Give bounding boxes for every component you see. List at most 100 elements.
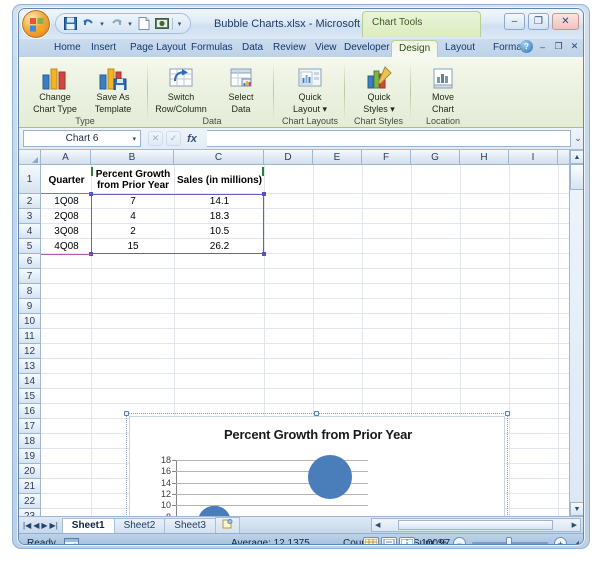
ribbon-minimize-button[interactable]: – [536,42,549,52]
record-macro-icon[interactable] [63,537,79,544]
insert-function-icon[interactable]: fx [184,133,200,145]
column-header-f[interactable]: F [362,150,411,165]
sheet-nav-buttons[interactable]: |◀ ◀ ▶ ▶| [19,521,62,530]
cell-b5[interactable]: 15 [92,239,174,254]
cell-c2[interactable]: 14.1 [175,194,264,209]
cell-b1[interactable]: Percent Growth from Prior Year [92,166,174,194]
range-handle-tr[interactable] [262,192,266,196]
row-header-4[interactable]: 4 [19,224,41,239]
normal-view-icon[interactable] [363,536,380,544]
worksheet-grid[interactable]: A B C D E F G H I 1 2 3 4 5 6 7 8 9 10 11 12 13 14 15 1… [19,150,583,516]
row-header-15[interactable]: 15 [19,389,41,404]
cancel-formula-icon[interactable]: ✕ [148,131,163,146]
column-header-i[interactable]: I [509,150,558,165]
zoom-slider[interactable] [471,537,548,544]
column-header-h[interactable]: H [460,150,509,165]
tab-home[interactable]: Home [47,39,88,57]
column-header-e[interactable]: E [313,150,362,165]
chart-plot-area[interactable]: -2024681012141618012345 [161,454,368,516]
scroll-up-button[interactable]: ▲ [570,150,583,164]
cell-b2[interactable]: 7 [92,194,174,209]
sheet-tab-sheet1[interactable]: Sheet1 [61,517,115,533]
chart-bubble[interactable] [198,506,231,516]
sheet-tab-sheet3[interactable]: Sheet3 [164,517,216,533]
page-layout-view-icon[interactable] [381,536,398,544]
row-header-2[interactable]: 2 [19,194,41,209]
row-header-6[interactable]: 6 [19,254,41,269]
expand-formula-bar-icon[interactable]: ⌄ [571,130,583,147]
column-header-b[interactable]: B [91,150,174,165]
row-header-10[interactable]: 10 [19,314,41,329]
switch-row-column-button[interactable]: Switch Row/Column [153,60,209,114]
horizontal-scroll-thumb[interactable] [398,520,553,530]
column-header-a[interactable]: A [41,150,91,165]
zoom-in-button[interactable]: + [553,537,567,544]
hscroll-left-button[interactable]: ◀ [372,521,383,529]
cell-a3[interactable]: 2Q08 [42,209,91,224]
tab-review[interactable]: Review [266,39,313,57]
close-button[interactable]: ✕ [552,13,579,30]
maximize-button[interactable]: ❐ [528,13,549,30]
row-header-9[interactable]: 9 [19,299,41,314]
change-chart-type-button[interactable]: Change Chart Type [27,60,83,114]
tab-developer[interactable]: Developer [337,39,397,57]
row-header-11[interactable]: 11 [19,329,41,344]
insert-sheet-icon[interactable] [214,516,240,534]
page-break-view-icon[interactable] [399,536,416,544]
cell-b3[interactable]: 4 [92,209,174,224]
name-box[interactable]: Chart 6 ▾ [23,130,141,147]
tab-design[interactable]: Design [391,40,439,57]
next-sheet-button[interactable]: ▶ [41,521,47,530]
chart-title[interactable]: Percent Growth from Prior Year [130,427,506,442]
tab-layout[interactable]: Layout [438,39,482,57]
chart-handle-tr[interactable] [505,411,510,416]
bubble-chart[interactable]: Percent Growth from Prior Year -20246810… [129,416,505,516]
cell-c1[interactable]: Sales (in millions) [175,166,264,194]
sheet-tab-sheet2[interactable]: Sheet2 [113,517,166,533]
zoom-level[interactable]: 100% [421,538,447,544]
row-header-13[interactable]: 13 [19,359,41,374]
row-header-8[interactable]: 8 [19,284,41,299]
quick-layout-button[interactable]: Quick Layout ▾ [282,60,338,114]
ribbon-restore-button[interactable]: ❐ [552,41,565,52]
vertical-scroll-thumb[interactable] [570,164,583,190]
row-header-18[interactable]: 18 [19,434,41,449]
zoom-slider-thumb[interactable] [505,537,512,544]
view-buttons[interactable] [363,536,416,544]
horizontal-scrollbar[interactable]: ◀ ▶ [371,518,581,532]
vertical-scrollbar[interactable]: ▲ ▼ [569,150,583,516]
row-header-14[interactable]: 14 [19,374,41,389]
column-header-c[interactable]: C [174,150,264,165]
row-header-12[interactable]: 12 [19,344,41,359]
enter-formula-icon[interactable]: ✓ [166,131,181,146]
row-header-5[interactable]: 5 [19,239,41,254]
row-header-3[interactable]: 3 [19,209,41,224]
cell-a4[interactable]: 3Q08 [42,224,91,239]
scroll-down-button[interactable]: ▼ [570,502,583,516]
quick-styles-button[interactable]: Quick Styles ▾ [351,60,407,114]
range-handle-br[interactable] [262,252,266,256]
row-header-7[interactable]: 7 [19,269,41,284]
hscroll-right-button[interactable]: ▶ [572,521,577,529]
name-box-dropdown-icon[interactable]: ▾ [132,135,136,143]
cell-a2[interactable]: 1Q08 [42,194,91,209]
zoom-out-button[interactable]: − [452,537,466,544]
move-chart-button[interactable]: Move Chart [415,60,471,114]
first-sheet-button[interactable]: |◀ [23,521,31,530]
column-header-g[interactable]: G [411,150,460,165]
row-header-20[interactable]: 20 [19,464,41,479]
chart-bubble[interactable] [307,454,352,499]
row-header-23[interactable]: 23 [19,509,41,516]
row-header-19[interactable]: 19 [19,449,41,464]
cell-c3[interactable]: 18.3 [175,209,264,224]
tab-data[interactable]: Data [235,39,270,57]
resize-grip-icon[interactable]: ◢ [573,539,579,544]
ribbon-close-button[interactable]: ✕ [568,41,581,52]
save-as-template-button[interactable]: Save As Template [85,60,141,114]
minimize-button[interactable]: – [504,13,525,30]
row-header-22[interactable]: 22 [19,494,41,509]
select-all-corner[interactable] [19,150,41,165]
column-header-d[interactable]: D [264,150,313,165]
cell-c4[interactable]: 10.5 [175,224,264,239]
select-data-button[interactable]: Select Data [213,60,269,114]
